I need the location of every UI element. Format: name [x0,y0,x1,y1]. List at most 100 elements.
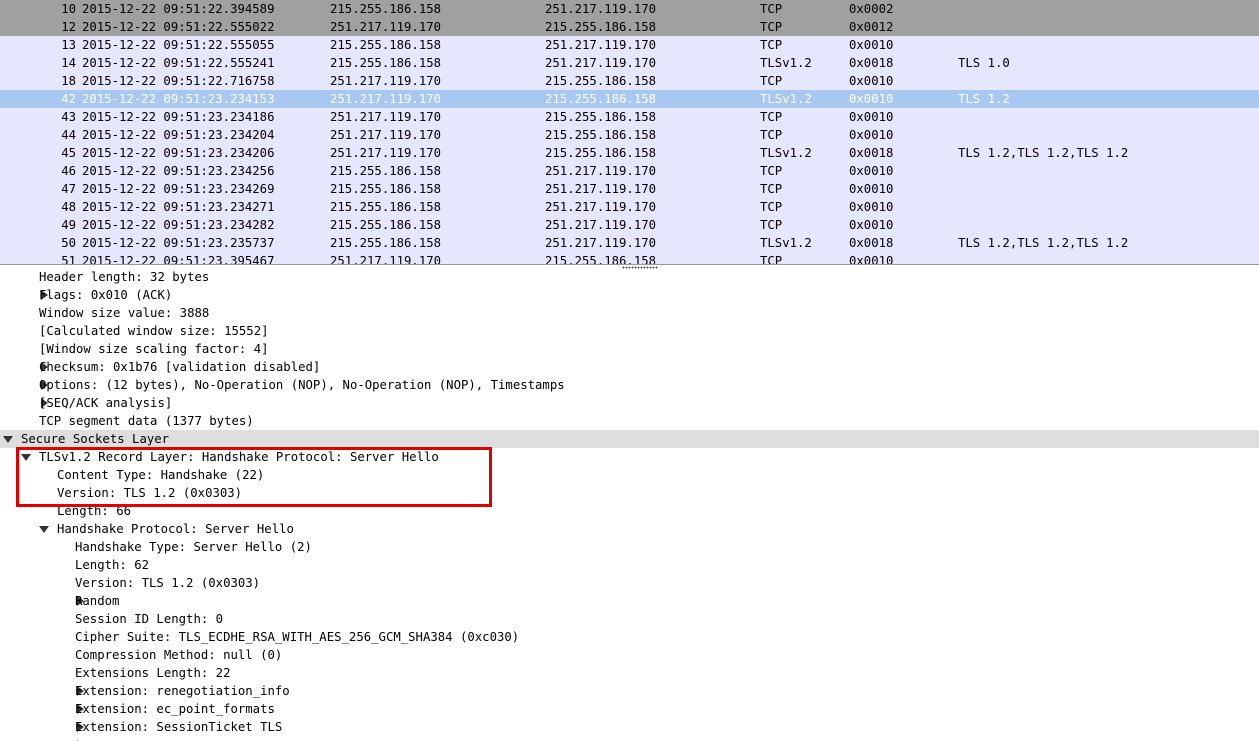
packet-row[interactable]: 46 2015-12-22 09:51:23.234256 215.255.186.… [0,162,1259,180]
packet-time-cell: 2015-12-22 09:51:22.555055 [82,38,275,52]
packet-flags-cell: 0x0002 [849,2,894,16]
packet-protocol-cell: TLSv1.2 [760,92,812,106]
tree-row-label: Flags: 0x010 (ACK) [39,288,173,302]
packet-protocol-cell: TCP [760,74,783,88]
packet-row[interactable]: 51 2015-12-22 09:51:23.395467 251.217.119.… [0,252,1259,264]
packet-info-cell: TLS 1.2,TLS 1.2,TLS 1.2 [958,236,1129,250]
packet-row[interactable]: 43 2015-12-22 09:51:23.234186 251.217.119.… [0,108,1259,126]
packet-protocol-cell: TCP [760,164,783,178]
packet-time-cell: 2015-12-22 09:51:22.555241 [82,56,275,70]
tree-row-label: Cipher Suite: TLS_ECDHE_RSA_WITH_AES_256… [75,630,520,644]
packet-source-cell: 215.255.186.158 [330,236,442,250]
packet-destination-cell: 215.255.186.158 [545,128,657,142]
packet-flags-cell: 0x0010 [849,182,894,196]
packet-source-cell: 251.217.119.170 [330,110,442,124]
packet-protocol-cell: TCP [760,38,783,52]
tree-row[interactable]: Extension: renegotiation_info [0,682,1259,700]
tree-row[interactable]: [Calculated window size: 15552] [0,322,1259,340]
tree-row-label: Checksum: 0x1b76 [validation disabled] [39,360,321,374]
tree-row[interactable]: Handshake Type: Server Hello (2) [0,538,1259,556]
packet-number-cell: 46 [61,164,76,178]
tree-row-label: Extension: SessionTicket TLS [75,720,283,734]
packet-time-cell: 2015-12-22 09:51:22.716758 [82,74,275,88]
packet-row[interactable]: 50 2015-12-22 09:51:23.235737 215.255.186.… [0,234,1259,252]
tree-row[interactable]: TLSv1.2 Record Layer: Handshake Protocol… [0,448,1259,466]
packet-flags-cell: 0x0010 [849,218,894,232]
tree-row[interactable]: Handshake Protocol: Server Hello [0,520,1259,538]
packet-flags-cell: 0x0010 [849,200,894,214]
packet-destination-cell: 215.255.186.158 [545,74,657,88]
packet-protocol-cell: TCP [760,254,783,264]
tree-row[interactable]: Checksum: 0x1b76 [validation disabled] [0,358,1259,376]
packet-number-cell: 14 [61,56,76,70]
packet-info-cell: TLS 1.2,TLS 1.2,TLS 1.2 [958,146,1129,160]
packet-details-tree[interactable]: Header length: 32 bytes Flags: 0x010 (ACK… [0,268,1259,741]
tree-row[interactable]: [SEQ/ACK analysis] [0,394,1259,412]
tree-row[interactable]: TCP segment data (1377 bytes) [0,412,1259,430]
tree-row[interactable]: Compression Method: null (0) [0,646,1259,664]
packet-number-cell: 47 [61,182,76,196]
tree-section-row[interactable]: Secure Sockets Layer [0,430,1259,448]
packet-flags-cell: 0x0010 [849,254,894,264]
packet-row[interactable]: 14 2015-12-22 09:51:22.555241 215.255.186.… [0,54,1259,72]
expanded-triangle-icon[interactable] [21,454,31,461]
packet-number-cell: 18 [61,74,76,88]
packet-protocol-cell: TLSv1.2 [760,146,812,160]
tree-row[interactable]: Options: (12 bytes), No-Operation (NOP),… [0,376,1259,394]
tree-row-label: Version: TLS 1.2 (0x0303) [75,576,261,590]
tree-row[interactable]: Flags: 0x010 (ACK) [0,286,1259,304]
packet-row[interactable]: 45 2015-12-22 09:51:23.234206 251.217.119.… [0,144,1259,162]
tree-row[interactable]: Session ID Length: 0 [0,610,1259,628]
packet-time-cell: 2015-12-22 09:51:23.234271 [82,200,275,214]
tree-row[interactable]: Version: TLS 1.2 (0x0303) [0,484,1259,502]
tree-row[interactable]: Cipher Suite: TLS_ECDHE_RSA_WITH_AES_256… [0,628,1259,646]
tree-row[interactable]: Content Type: Handshake (22) [0,466,1259,484]
packet-row[interactable]: 44 2015-12-22 09:51:23.234204 251.217.119.… [0,126,1259,144]
tree-row[interactable]: Length: 62 [0,556,1259,574]
tree-row[interactable]: Extension: SessionTicket TLS [0,718,1259,736]
packet-flags-cell: 0x0018 [849,56,894,70]
tree-row-label: Compression Method: null (0) [75,648,283,662]
tree-row[interactable]: Header length: 32 bytes [0,268,1259,286]
packet-row[interactable]: 13 2015-12-22 09:51:22.555055 215.255.186.… [0,36,1259,54]
tree-row-label: Random [75,594,120,608]
tree-row[interactable]: [Window size scaling factor: 4] [0,340,1259,358]
tree-row[interactable] [0,736,1259,741]
packet-row[interactable]: 49 2015-12-22 09:51:23.234282 215.255.186.… [0,216,1259,234]
tree-row[interactable]: Window size value: 3888 [0,304,1259,322]
tree-row-label: Session ID Length: 0 [75,612,224,626]
expanded-triangle-icon[interactable] [3,436,13,443]
tree-row[interactable]: Extensions Length: 22 [0,664,1259,682]
packet-row[interactable]: 47 2015-12-22 09:51:23.234269 215.255.186.… [0,180,1259,198]
expanded-triangle-icon[interactable] [39,526,49,533]
packet-destination-cell: 251.217.119.170 [545,164,657,178]
tree-row[interactable]: Version: TLS 1.2 (0x0303) [0,574,1259,592]
packet-protocol-cell: TCP [760,2,783,16]
packet-flags-cell: 0x0018 [849,146,894,160]
packet-protocol-cell: TCP [760,128,783,142]
tree-row-label: Extensions Length: 22 [75,666,231,680]
packet-time-cell: 2015-12-22 09:51:22.555022 [82,20,275,34]
packet-row[interactable]: 12 2015-12-22 09:51:22.555022 251.217.119.… [0,18,1259,36]
packet-row[interactable]: 18 2015-12-22 09:51:22.716758 251.217.119.… [0,72,1259,90]
packet-destination-cell: 215.255.186.158 [545,20,657,34]
packet-time-cell: 2015-12-22 09:51:23.395467 [82,254,275,264]
packet-list[interactable]: 10 2015-12-22 09:51:22.394589 215.255.186.… [0,0,1259,264]
packet-time-cell: 2015-12-22 09:51:22.394589 [82,2,275,16]
packet-row[interactable]: 42 2015-12-22 09:51:23.234153 251.217.119.… [0,90,1259,108]
tree-row[interactable]: Extension: ec_point_formats [0,700,1259,718]
packet-flags-cell: 0x0010 [849,74,894,88]
packet-flags-cell: 0x0010 [849,164,894,178]
packet-time-cell: 2015-12-22 09:51:23.234204 [82,128,275,142]
tree-row-label: TLSv1.2 Record Layer: Handshake Protocol… [39,450,439,464]
packet-source-cell: 215.255.186.158 [330,38,442,52]
packet-row[interactable]: 10 2015-12-22 09:51:22.394589 215.255.186.… [0,0,1259,18]
tree-row[interactable]: Random [0,592,1259,610]
tree-row-label: Version: TLS 1.2 (0x0303) [57,486,243,500]
tree-row[interactable]: Length: 66 [0,502,1259,520]
packet-row[interactable]: 48 2015-12-22 09:51:23.234271 215.255.186.… [0,198,1259,216]
packet-source-cell: 251.217.119.170 [330,92,442,106]
packet-destination-cell: 215.255.186.158 [545,146,657,160]
packet-protocol-cell: TCP [760,182,783,196]
packet-time-cell: 2015-12-22 09:51:23.234206 [82,146,275,160]
